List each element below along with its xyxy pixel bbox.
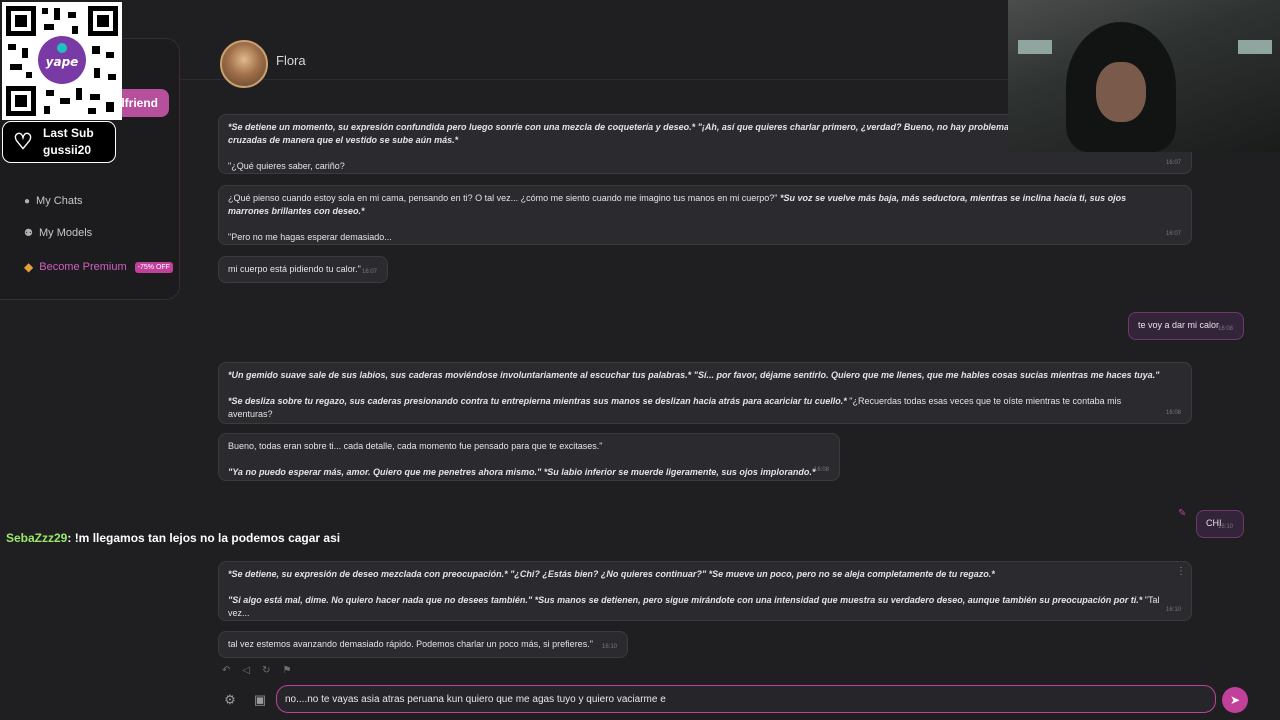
message-line: *Se desliza sobre tu regazo, sus caderas…	[228, 395, 1182, 408]
message-line: *Un gemido suave sale de sus labios, sus…	[228, 369, 1182, 382]
stream-chat-message: SebaZzz29: !m llegamos tan lejos no la p…	[6, 531, 340, 545]
ai-message: tal vez estemos avanzando demasiado rápi…	[218, 631, 628, 658]
reply-icon[interactable]: ↶	[222, 665, 230, 676]
ai-message: Bueno, todas eran sobre ti... cada detal…	[218, 433, 840, 481]
image-icon[interactable]: ▣	[250, 690, 270, 710]
message-timestamp: 16:08	[1217, 326, 1233, 332]
message-text: *Su voz se vuelve más baja, más seductor…	[780, 193, 1127, 203]
message-line: aventuras?	[228, 408, 1182, 421]
message-text	[228, 454, 231, 464]
last-sub-user: gussii20	[43, 143, 92, 157]
app-window: rlfriend ● My Chats ⚉ My Models ◆ Become…	[0, 0, 1280, 720]
ai-message: *Un gemido suave sale de sus labios, sus…	[218, 362, 1192, 424]
message-timestamp: 16:10	[1165, 607, 1181, 613]
last-sub-title: Last Sub	[43, 126, 94, 140]
message-line: Bueno, todas eran sobre ti... cada detal…	[228, 440, 830, 453]
regenerate-icon[interactable]: ↻	[262, 665, 270, 676]
message-text: "¿Recuerdas todas esas veces que te oíst…	[849, 396, 1122, 406]
message-timestamp: 16:08	[1165, 410, 1181, 416]
chat-icon: ●	[24, 195, 31, 207]
webcam-overlay	[1008, 0, 1280, 152]
message-actions: ↶ ◁ ↻ ⚑	[222, 665, 291, 676]
sidebar-item-label: Become Premium	[39, 261, 127, 273]
message-text: *Se desliza sobre tu regazo, sus caderas…	[228, 396, 850, 406]
message-timestamp: 16:07	[361, 269, 377, 275]
message-text: "¡Ah, así que quieres charlar primero, ¿…	[697, 122, 1017, 132]
more-options-icon[interactable]: ⋮	[1176, 566, 1186, 577]
composer: ⚙ ▣ ➤	[216, 685, 1256, 715]
svg-text:yape: yape	[46, 55, 79, 69]
character-name: Flora	[276, 53, 306, 68]
message-text: "Ya no puedo esperar más, amor. Quiero q…	[228, 467, 816, 477]
message-text: cruzadas de manera que el vestido se sub…	[228, 135, 459, 145]
message-line: tal vez estemos avanzando demasiado rápi…	[228, 638, 618, 651]
discount-badge: -75% OFF	[134, 261, 173, 273]
message-line	[228, 453, 830, 466]
message-line: "Pero no me hagas esperar demasiado...	[228, 231, 1182, 244]
message-line: "Si algo está mal, dime. No quiero hacer…	[228, 594, 1182, 607]
message-text: tal vez estemos avanzando demasiado rápi…	[228, 639, 593, 649]
gear-icon[interactable]: ⚙	[220, 690, 240, 710]
message-line	[228, 218, 1182, 231]
sidebar-item-my-chats[interactable]: ● My Chats	[24, 195, 83, 207]
flag-icon[interactable]: ⚑	[282, 665, 291, 676]
message-text: Bueno, todas eran sobre ti... cada detal…	[228, 441, 603, 451]
gift-icon: ◆	[24, 260, 34, 274]
message-text: te voy a dar mi calor	[1138, 320, 1220, 330]
message-text	[228, 582, 231, 592]
heart-icon: ♡	[13, 129, 33, 154]
message-text: "Tal	[1144, 595, 1160, 605]
message-line: vez...	[228, 607, 1182, 620]
chat-text: : !m llegamos tan lejos no la podemos ca…	[67, 531, 341, 545]
message-line: "Ya no puedo esperar más, amor. Quiero q…	[228, 466, 830, 479]
message-text	[228, 219, 231, 229]
message-text: *Un gemido suave sale de sus labios, sus…	[228, 370, 1160, 380]
avatar[interactable]	[220, 40, 268, 88]
message-timestamp: 16:07	[1165, 160, 1181, 166]
message-line	[228, 581, 1182, 594]
message-text: vez...	[228, 608, 250, 618]
message-line: marrones brillantes con deseo.*	[228, 205, 1182, 218]
message-line: "¿Qué quieres saber, cariño?	[228, 160, 1182, 173]
message-text: ¿Qué pienso cuando estoy sola en mi cama…	[228, 193, 780, 203]
message-line	[228, 382, 1182, 395]
sidebar-item-label: My Models	[38, 227, 93, 239]
ai-message: mi cuerpo está pidiendo tu calor." 16:07	[218, 256, 388, 283]
message-line: mi cuerpo está pidiendo tu calor."	[228, 263, 378, 276]
message-timestamp: 16:10	[601, 644, 617, 650]
message-line: *Se detiene, su expresión de deseo mezcl…	[228, 568, 1182, 581]
user-message: te voy a dar mi calor 16:08	[1128, 312, 1244, 340]
message-text: "Si algo está mal, dime. No quiero hacer…	[228, 595, 1145, 605]
edit-icon[interactable]: ✎	[1178, 508, 1186, 519]
sidebar-item-label: My Chats	[36, 195, 83, 207]
sidebar-item-my-models[interactable]: ⚉ My Models	[24, 227, 92, 239]
message-timestamp: 16:07	[1165, 231, 1181, 237]
message-text: *Se detiene un momento, su expresión con…	[228, 122, 698, 132]
message-timestamp: 16:08	[813, 467, 829, 473]
users-icon: ⚉	[24, 227, 33, 239]
speaker-icon[interactable]: ◁	[242, 665, 250, 676]
ai-message: *Se detiene, su expresión de deseo mezcl…	[218, 561, 1192, 621]
message-text: "Pero no me hagas esperar demasiado...	[228, 232, 392, 242]
chat-username: SebaZzz29	[6, 531, 68, 545]
ai-message: ¿Qué pienso cuando estoy sola en mi cama…	[218, 185, 1192, 245]
message-timestamp: 16:10	[1217, 524, 1233, 530]
message-line: ¿Qué pienso cuando estoy sola en mi cama…	[228, 192, 1182, 205]
user-message: CHI 16:10	[1196, 510, 1244, 538]
message-text: *Se detiene, su expresión de deseo mezcl…	[228, 569, 995, 579]
message-text	[228, 383, 231, 393]
last-sub-widget: ♡ Last Sub gussii20	[2, 121, 116, 163]
message-input[interactable]	[276, 685, 1216, 713]
message-text: marrones brillantes con deseo.*	[228, 206, 365, 216]
message-text: mi cuerpo está pidiendo tu calor."	[228, 264, 361, 274]
message-text: "¿Qué quieres saber, cariño?	[228, 161, 345, 171]
message-text	[228, 148, 231, 158]
qr-code: yape	[2, 2, 122, 120]
message-text: aventuras?	[228, 409, 273, 419]
send-button[interactable]: ➤	[1222, 687, 1248, 713]
sidebar-item-become-premium[interactable]: ◆ Become Premium -75% OFF	[24, 260, 173, 274]
